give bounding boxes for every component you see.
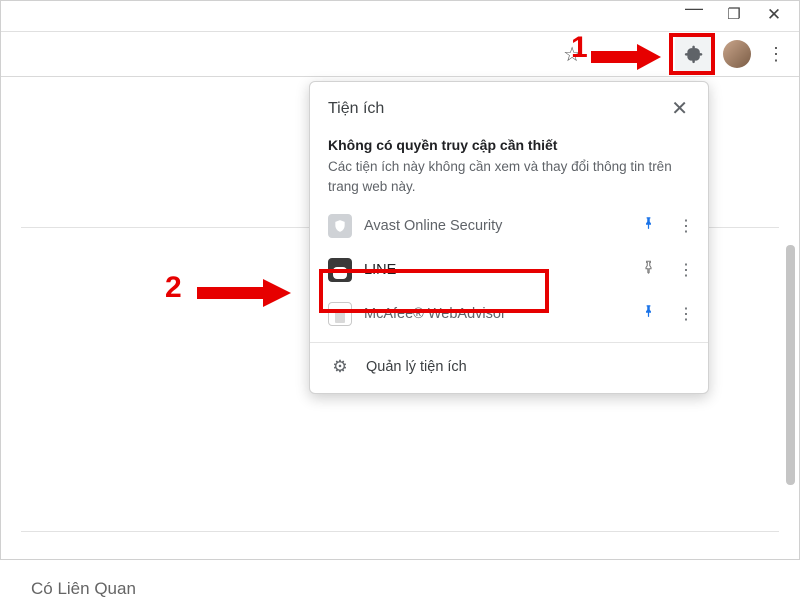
popup-permission-section: Không có quyền truy cập cần thiết Các ti… xyxy=(310,127,708,198)
pin-filled-icon xyxy=(641,303,656,320)
window-minimize-button[interactable]: — xyxy=(683,3,705,13)
pin-outline-icon xyxy=(641,259,656,276)
permission-description: Các tiện ích này không cần xem và thay đ… xyxy=(328,157,690,196)
scrollbar[interactable] xyxy=(786,245,795,485)
manage-extensions-label: Quản lý tiện ích xyxy=(366,359,467,375)
window-close-button[interactable]: ✕ xyxy=(763,5,785,25)
browser-menu-button[interactable]: ⋮ xyxy=(761,44,791,65)
extension-row-line[interactable]: LINE ⋮ xyxy=(310,248,708,292)
extension-row-avast[interactable]: Avast Online Security ⋮ xyxy=(310,204,708,248)
extension-label: Avast Online Security xyxy=(364,218,622,234)
popup-close-button[interactable]: ✕ xyxy=(665,94,694,123)
related-heading: Có Liên Quan xyxy=(31,579,136,599)
extension-menu-button[interactable]: ⋮ xyxy=(674,304,698,324)
extension-label: LINE xyxy=(364,262,622,278)
extension-menu-button[interactable]: ⋮ xyxy=(674,260,698,280)
browser-toolbar: ☆ ⋮ xyxy=(1,31,799,77)
pin-button[interactable] xyxy=(634,215,662,237)
pin-button[interactable] xyxy=(634,303,662,325)
permission-heading: Không có quyền truy cập cần thiết xyxy=(328,137,690,153)
bookmark-star-icon[interactable]: ☆ xyxy=(557,42,587,67)
mcafee-icon xyxy=(328,302,352,326)
window-restore-button[interactable]: ❐ xyxy=(723,5,745,23)
manage-extensions-button[interactable]: ⚙ Quản lý tiện ích xyxy=(310,343,708,393)
popup-title: Tiện ích xyxy=(328,100,384,118)
line-app-icon xyxy=(328,258,352,282)
extension-menu-button[interactable]: ⋮ xyxy=(674,216,698,236)
puzzle-icon xyxy=(684,44,704,64)
profile-avatar[interactable] xyxy=(723,40,751,68)
avast-shield-icon xyxy=(328,214,352,238)
extensions-popup: Tiện ích ✕ Không có quyền truy cập cần t… xyxy=(309,81,709,394)
pin-button[interactable] xyxy=(634,259,662,281)
gear-icon: ⚙ xyxy=(328,357,352,377)
extension-label: McAfee® WebAdvisor xyxy=(364,306,622,322)
extension-row-mcafee[interactable]: McAfee® WebAdvisor ⋮ xyxy=(310,292,708,336)
pin-filled-icon xyxy=(641,215,656,232)
extensions-button[interactable] xyxy=(675,36,713,72)
